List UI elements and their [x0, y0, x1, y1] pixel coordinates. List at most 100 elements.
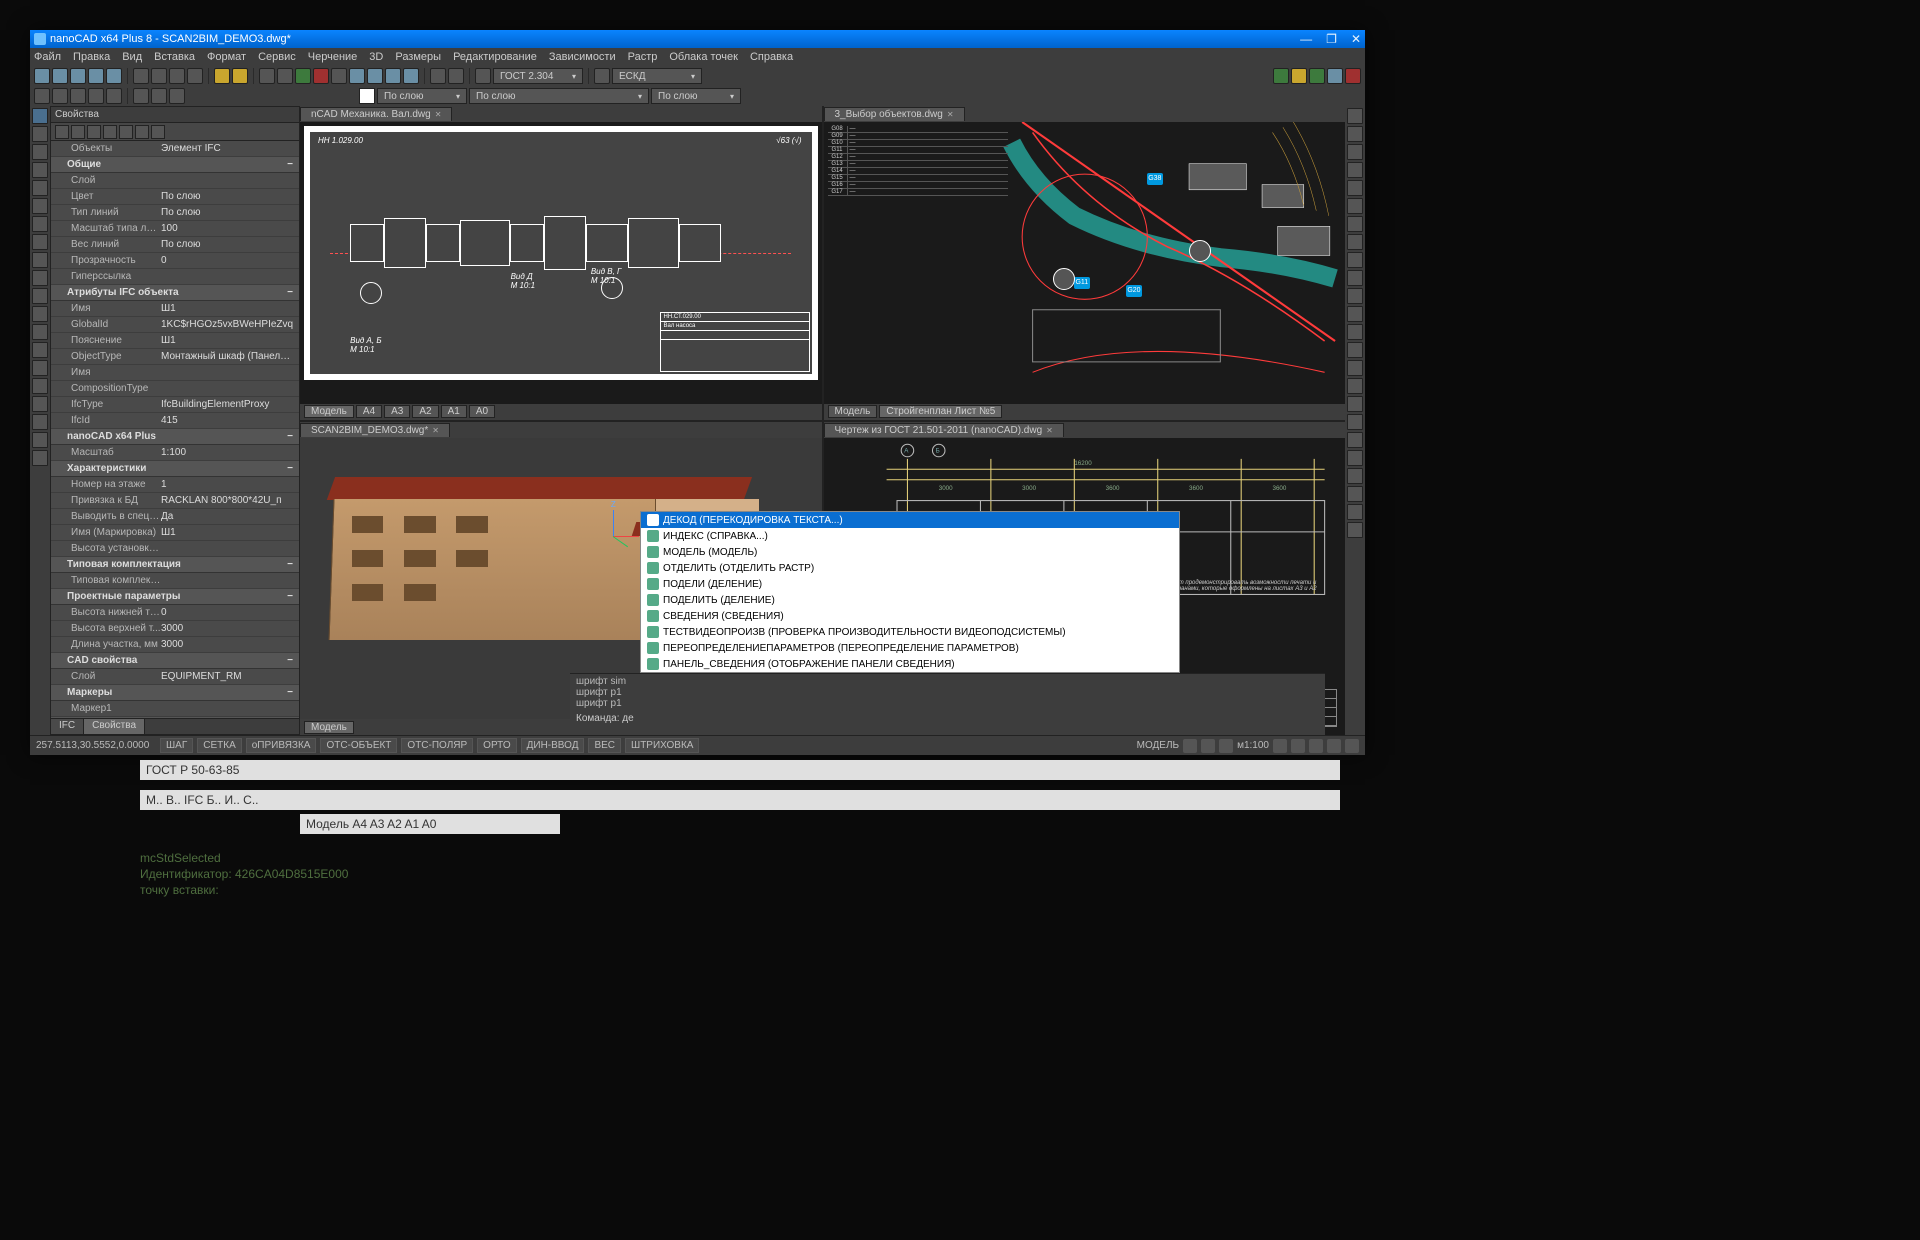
- undo-icon[interactable]: [214, 68, 230, 84]
- paste-icon[interactable]: [169, 68, 185, 84]
- rvtool-18-icon[interactable]: [1347, 414, 1363, 430]
- property-row[interactable]: IfcId415: [51, 413, 299, 429]
- drawing-viewport-tr[interactable]: 3_Выбор объектов.dwg✕: [824, 106, 1346, 420]
- maximize-button[interactable]: ❐: [1326, 32, 1337, 46]
- status-ind6-icon[interactable]: [1309, 739, 1323, 753]
- command-prompt[interactable]: Команда: де: [570, 711, 1325, 726]
- tb-e-icon[interactable]: [331, 68, 347, 84]
- menu-raster[interactable]: Растр: [628, 51, 658, 63]
- menu-pointclouds[interactable]: Облака точек: [669, 51, 738, 63]
- autocomplete-item[interactable]: СВЕДЕНИЯ (СВЕДЕНИЯ): [641, 608, 1179, 624]
- status-osnap[interactable]: оПРИВЯЗКА: [246, 738, 317, 753]
- tb-d-icon[interactable]: [313, 68, 329, 84]
- tb-i-icon[interactable]: [403, 68, 419, 84]
- status-lweight[interactable]: ВЕС: [588, 738, 621, 753]
- vtool-1-icon[interactable]: [32, 108, 48, 124]
- property-row[interactable]: Маркер1: [51, 701, 299, 717]
- layout-model[interactable]: Модель: [304, 405, 354, 418]
- rvtool-20-icon[interactable]: [1347, 450, 1363, 466]
- vtool-19-icon[interactable]: [32, 432, 48, 448]
- tb-h-icon[interactable]: [385, 68, 401, 84]
- tb-a-icon[interactable]: [259, 68, 275, 84]
- vtool-10-icon[interactable]: [32, 270, 48, 286]
- property-row[interactable]: Высота верхней т...3000: [51, 621, 299, 637]
- menu-constraints[interactable]: Зависимости: [549, 51, 616, 63]
- layer-icon[interactable]: [133, 88, 149, 104]
- linetype-dropdown[interactable]: По слою: [651, 88, 741, 104]
- std-eskd-dropdown[interactable]: ЕСКД: [612, 68, 702, 84]
- cut-icon[interactable]: [133, 68, 149, 84]
- rvtool-13-icon[interactable]: [1347, 324, 1363, 340]
- color-swatch[interactable]: [359, 88, 375, 104]
- tb-r3-icon[interactable]: [1309, 68, 1325, 84]
- doc-tab-gost[interactable]: Чертеж из ГОСТ 21.501-2011 (nanoCAD).dwg…: [824, 423, 1064, 437]
- vtool-8-icon[interactable]: [32, 234, 48, 250]
- tb-r5-icon[interactable]: [1345, 68, 1361, 84]
- property-row[interactable]: Высота установки...: [51, 541, 299, 557]
- minimize-button[interactable]: —: [1300, 32, 1312, 46]
- property-row[interactable]: Высота нижней то...0: [51, 605, 299, 621]
- autocomplete-item[interactable]: ПАНЕЛЬ_СВЕДЕНИЯ (ОТОБРАЖЕНИЕ ПАНЕЛИ СВЕД…: [641, 656, 1179, 672]
- status-ind4-icon[interactable]: [1273, 739, 1287, 753]
- autocomplete-item[interactable]: МОДЕЛЬ (МОДЕЛЬ): [641, 544, 1179, 560]
- rvtool-21-icon[interactable]: [1347, 468, 1363, 484]
- match-icon[interactable]: [187, 68, 203, 84]
- status-ind1-icon[interactable]: [1183, 739, 1197, 753]
- layout-a3[interactable]: А3: [384, 405, 410, 418]
- vtool-7-icon[interactable]: [32, 216, 48, 232]
- tb-r1-icon[interactable]: [1273, 68, 1289, 84]
- rvtool-23-icon[interactable]: [1347, 504, 1363, 520]
- rvtool-4-icon[interactable]: [1347, 162, 1363, 178]
- autocomplete-item[interactable]: ПОДЕЛИТЬ (ДЕЛЕНИЕ): [641, 592, 1179, 608]
- layout-a4[interactable]: А4: [356, 405, 382, 418]
- status-otrack-obj[interactable]: ОТС-ОБЪЕКТ: [320, 738, 397, 753]
- print-icon[interactable]: [88, 68, 104, 84]
- tb-f-icon[interactable]: [349, 68, 365, 84]
- vtool-3-icon[interactable]: [32, 144, 48, 160]
- status-model[interactable]: МОДЕЛЬ: [1137, 740, 1179, 751]
- layer-color-dropdown[interactable]: По слою: [469, 88, 649, 104]
- plot-icon[interactable]: [106, 68, 122, 84]
- prop-tool-5-icon[interactable]: [119, 125, 133, 139]
- doc-tab-mech[interactable]: nCAD Механика. Вал.dwg✕: [300, 107, 452, 121]
- menu-dimensions[interactable]: Размеры: [395, 51, 441, 63]
- redo-icon[interactable]: [232, 68, 248, 84]
- property-row[interactable]: Гиперссылка: [51, 269, 299, 285]
- layout-model-bl[interactable]: Модель: [304, 721, 354, 734]
- property-row[interactable]: Длина участка, мм3000: [51, 637, 299, 653]
- vtool-4-icon[interactable]: [32, 162, 48, 178]
- property-row[interactable]: Номер на этаже1: [51, 477, 299, 493]
- tb-r2-icon[interactable]: [1291, 68, 1307, 84]
- std-icon[interactable]: [594, 68, 610, 84]
- vtool-12-icon[interactable]: [32, 306, 48, 322]
- tb-b-icon[interactable]: [277, 68, 293, 84]
- property-row[interactable]: GlobalId1KC$rHGOz5vxBWeHPIeZvq: [51, 317, 299, 333]
- rvtool-9-icon[interactable]: [1347, 252, 1363, 268]
- status-ind5-icon[interactable]: [1291, 739, 1305, 753]
- autocomplete-item[interactable]: ПЕРЕОПРЕДЕЛЕНИЕПАРАМЕТРОВ (ПЕРЕОПРЕДЕЛЕН…: [641, 640, 1179, 656]
- autocomplete-item[interactable]: ОТДЕЛИТЬ (ОТДЕЛИТЬ РАСТР): [641, 560, 1179, 576]
- property-row[interactable]: Масштаб1:100: [51, 445, 299, 461]
- status-ind3-icon[interactable]: [1219, 739, 1233, 753]
- prop-tool-6-icon[interactable]: [135, 125, 149, 139]
- property-section[interactable]: Маркеры: [51, 685, 299, 701]
- status-dyninput[interactable]: ДИН-ВВОД: [521, 738, 585, 753]
- menu-edit[interactable]: Правка: [73, 51, 110, 63]
- status-ind7-icon[interactable]: [1327, 739, 1341, 753]
- property-section[interactable]: Атрибуты IFC объекта: [51, 285, 299, 301]
- prop-tool-4-icon[interactable]: [103, 125, 117, 139]
- rvtool-17-icon[interactable]: [1347, 396, 1363, 412]
- property-row[interactable]: Привязка к БДRACKLAN 800*800*42U_п: [51, 493, 299, 509]
- rvtool-19-icon[interactable]: [1347, 432, 1363, 448]
- property-row[interactable]: ПояснениеШ1: [51, 333, 299, 349]
- tb2-e-icon[interactable]: [106, 88, 122, 104]
- prop-tool-3-icon[interactable]: [87, 125, 101, 139]
- rvtool-2-icon[interactable]: [1347, 126, 1363, 142]
- property-row[interactable]: ИмяШ1: [51, 301, 299, 317]
- rvtool-3-icon[interactable]: [1347, 144, 1363, 160]
- vtool-9-icon[interactable]: [32, 252, 48, 268]
- tb-k-icon[interactable]: [448, 68, 464, 84]
- tb2-b-icon[interactable]: [52, 88, 68, 104]
- menu-format[interactable]: Формат: [207, 51, 246, 63]
- property-row[interactable]: Тип линийПо слою: [51, 205, 299, 221]
